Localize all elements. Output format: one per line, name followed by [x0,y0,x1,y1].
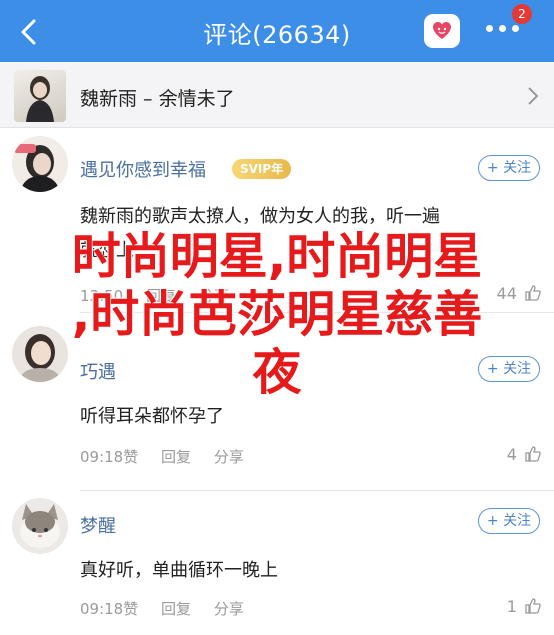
comment-time: 09:18赞 [80,448,139,466]
comment-time: 09:18赞 [80,600,139,618]
heart-icon [433,22,451,39]
comment-text-line-2: 就恋上 [80,240,134,261]
comment-item: 巧遇 + 关注 听得耳朵都怀孕了 09:18赞 回复 分享 4 [0,312,554,490]
thumb-up-icon [525,598,541,614]
follow-button[interactable]: + 关注 [478,508,540,534]
divider [80,490,554,491]
comment-item: 遇见你感到幸福 SVIP年 + 关注 魏新雨的歌声太撩人，做为女人的我，听一遍 … [0,128,554,312]
share-button[interactable]: 分享 [199,287,229,305]
song-title: 魏新雨 – 余情未了 [80,88,235,110]
comment-text: 真好听，单曲循环一晚上 [80,560,278,581]
song-cover [14,70,66,122]
comment-meta: 09:18赞 回复 分享 [80,598,262,619]
comment-meta: 13:50 回复 分享 [80,285,247,306]
username[interactable]: 巧遇 [80,358,116,384]
comment-meta: 09:18赞 回复 分享 [80,446,262,467]
thumb-up-icon [525,446,541,462]
reply-button[interactable]: 回复 [146,287,176,305]
comment-text: 听得耳朵都怀孕了 [80,406,224,427]
favorite-button[interactable] [424,14,460,48]
like-button[interactable]: 4 [507,445,542,464]
page-title: 评论(26634) [203,21,351,49]
song-bar[interactable]: 魏新雨 – 余情未了 [0,62,554,128]
chevron-right-icon [526,86,540,110]
username[interactable]: 遇见你感到幸福 [80,156,206,182]
avatar[interactable] [12,498,68,554]
share-button[interactable]: 分享 [214,600,244,618]
avatar[interactable] [12,136,68,192]
username[interactable]: 梦醒 [80,512,116,538]
share-button[interactable]: 分享 [214,448,244,466]
reply-button[interactable]: 回复 [161,448,191,466]
like-count: 1 [506,597,517,616]
like-button[interactable]: 44 [497,284,542,303]
like-count: 4 [506,445,517,464]
reply-button[interactable]: 回复 [161,600,191,618]
avatar[interactable] [12,326,68,382]
top-bar: 评论(26634) 2 [0,0,554,62]
follow-button[interactable]: + 关注 [478,356,540,382]
like-button[interactable]: 1 [507,597,542,616]
follow-button[interactable]: + 关注 [478,155,540,181]
comment-item: 梦醒 + 关注 真好听，单曲循环一晚上 09:18赞 回复 分享 1 [0,490,554,635]
notification-badge: 2 [512,4,532,24]
divider [80,312,554,313]
comment-text: 魏新雨的歌声太撩人，做为女人的我，听一遍 [80,206,440,227]
like-count: 44 [496,284,517,303]
more-icon[interactable] [484,25,524,37]
vip-badge: SVIP年 [232,159,292,179]
comment-time: 13:50 [80,287,124,305]
thumb-up-icon [525,285,541,301]
